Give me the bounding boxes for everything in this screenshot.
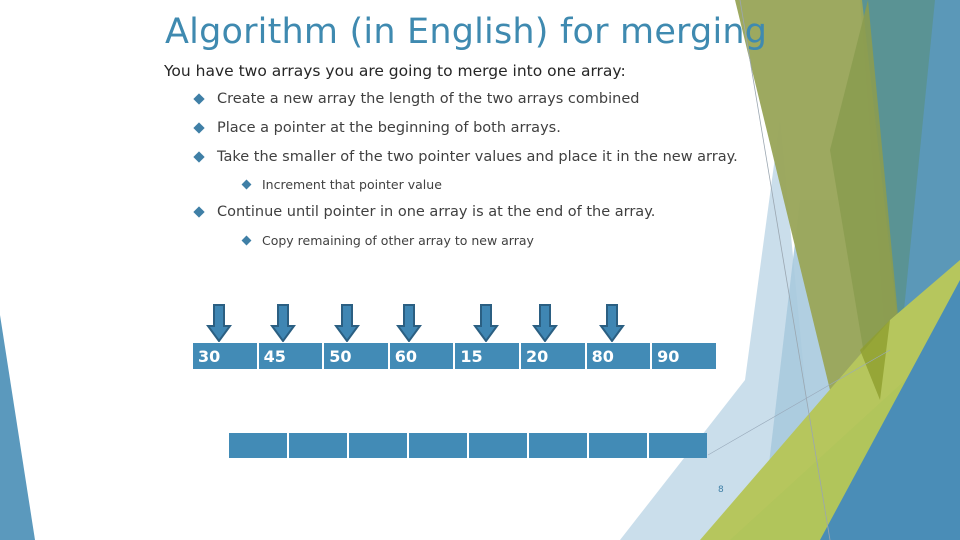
bullet-text: Place a pointer at the beginning of both… (217, 120, 561, 136)
array-cell: 15 (455, 343, 519, 369)
diamond-bullet-icon (241, 179, 252, 190)
diamond-bullet-icon (193, 206, 205, 218)
diamond-bullet-icon (193, 151, 205, 163)
empty-array-cell (469, 433, 527, 458)
down-arrow-icon (396, 304, 422, 343)
empty-array-cell (409, 433, 467, 458)
array-cell: 45 (258, 343, 323, 369)
empty-array-cell (529, 433, 587, 458)
array-cell: 30 (193, 343, 257, 369)
empty-array-cell (349, 433, 407, 458)
slide-background-decoration (0, 0, 960, 540)
slide-subtitle: You have two arrays you are going to mer… (164, 62, 626, 80)
array-cell: 80 (586, 343, 651, 369)
diamond-bullet-icon (193, 93, 205, 105)
left-accent-shape (0, 315, 35, 540)
slide-number: 8 (718, 485, 724, 495)
sub-bullet-item: Copy remaining of other array to new arr… (241, 233, 534, 248)
empty-array-cell (649, 433, 707, 458)
array-cell: 60 (389, 343, 454, 369)
diamond-bullet-icon (241, 235, 252, 246)
bullet-text: Take the smaller of the two pointer valu… (217, 149, 738, 165)
bullet-item: Create a new array the length of the two… (193, 91, 640, 107)
down-arrow-icon (532, 304, 558, 343)
empty-array-cell (589, 433, 647, 458)
empty-array-cell (229, 433, 287, 458)
down-arrow-icon (206, 304, 232, 343)
output-array (229, 433, 707, 458)
bullet-text: Continue until pointer in one array is a… (217, 204, 656, 220)
empty-array-cell (289, 433, 347, 458)
bullet-text: Increment that pointer value (262, 177, 442, 192)
array-cell: 20 (520, 343, 585, 369)
sub-bullet-item: Increment that pointer value (241, 177, 442, 192)
down-arrow-icon (599, 304, 625, 343)
array-cell: 90 (652, 343, 716, 369)
diamond-bullet-icon (193, 122, 205, 134)
down-arrow-icon (270, 304, 296, 343)
bullet-item: Take the smaller of the two pointer valu… (193, 149, 738, 165)
bullet-item: Place a pointer at the beginning of both… (193, 120, 561, 136)
array-cell: 50 (324, 343, 388, 369)
input-array: 30 45 50 60 15 20 80 90 (193, 343, 716, 369)
bullet-item: Continue until pointer in one array is a… (193, 204, 656, 220)
down-arrow-icon (334, 304, 360, 343)
slide-title: Algorithm (in English) for merging (165, 12, 768, 52)
down-arrow-icon (473, 304, 499, 343)
bullet-text: Copy remaining of other array to new arr… (262, 233, 534, 248)
bullet-text: Create a new array the length of the two… (217, 91, 640, 107)
